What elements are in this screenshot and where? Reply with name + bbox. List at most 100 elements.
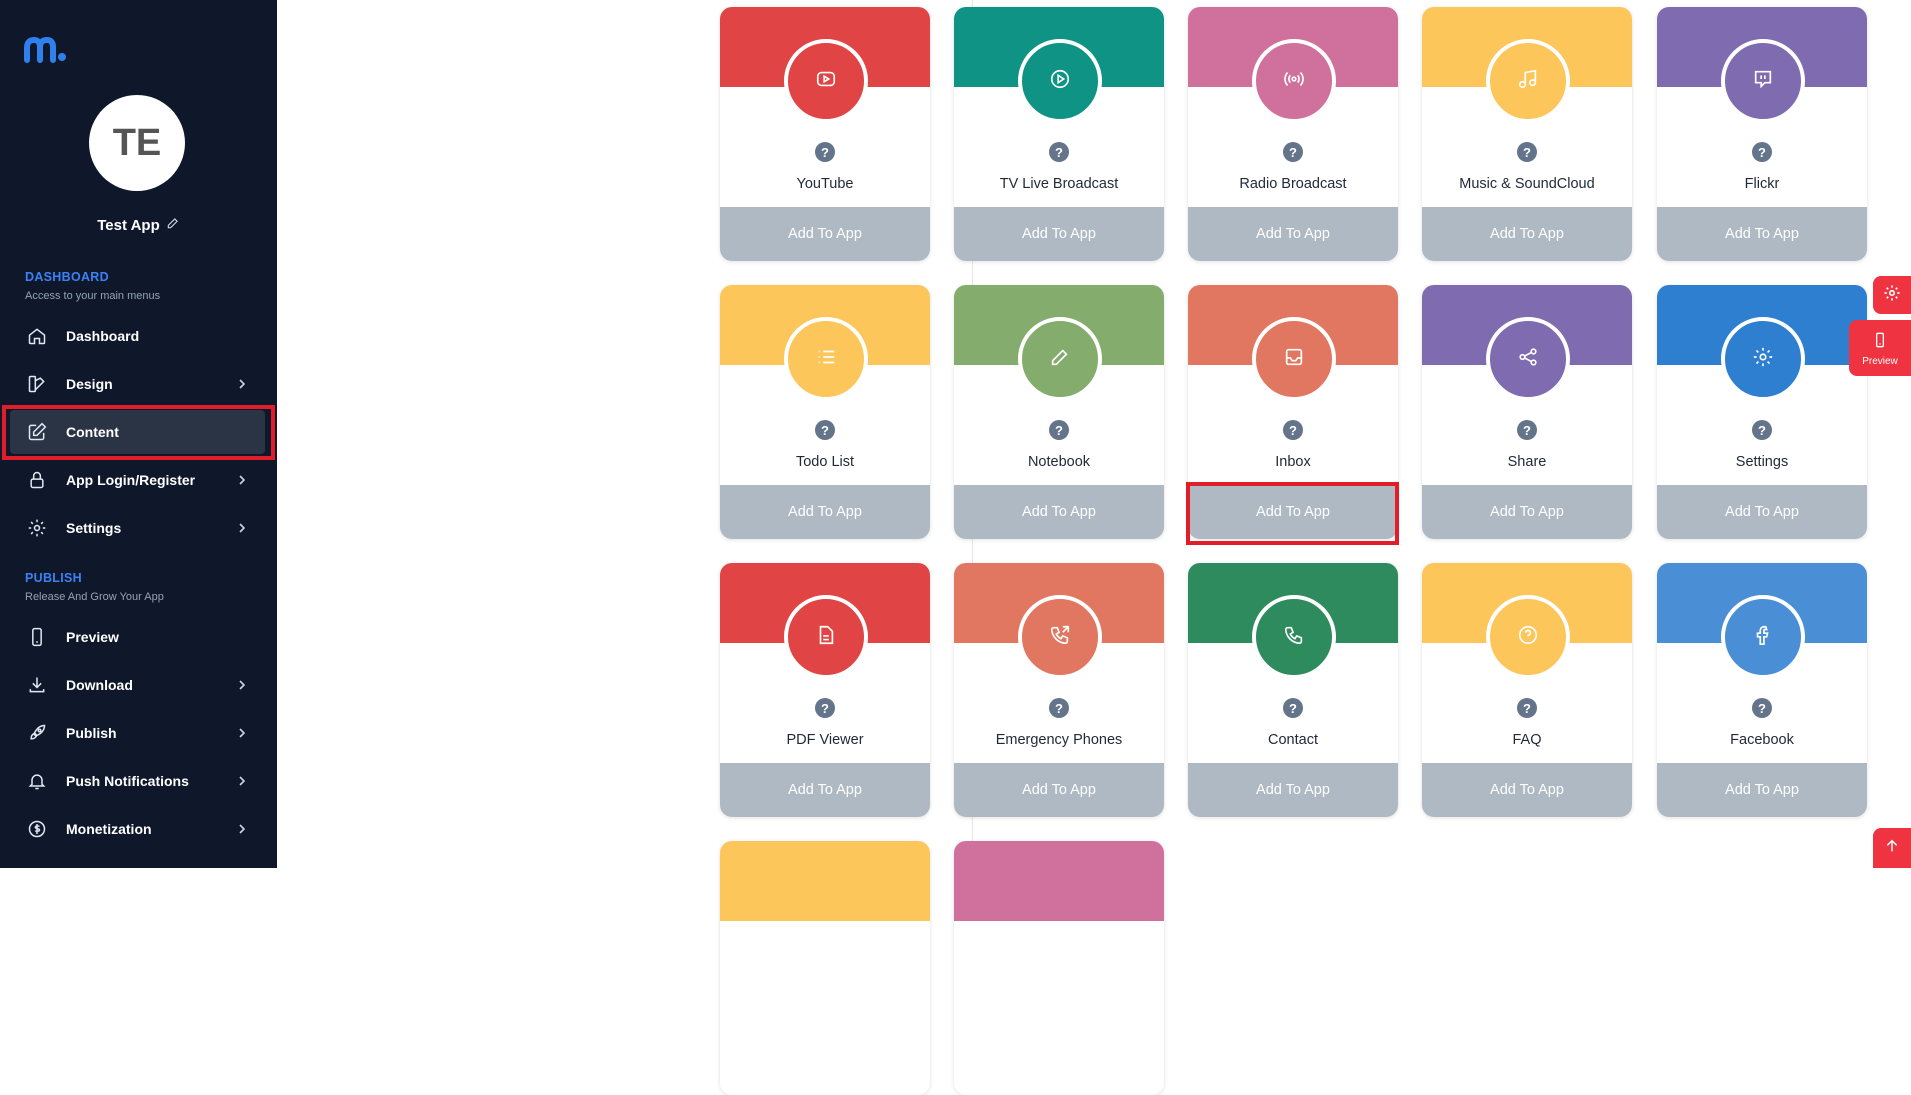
card-title: Music & SoundCloud — [1459, 176, 1595, 192]
add-to-app-button[interactable]: Add To App — [1188, 763, 1398, 817]
app-logo[interactable] — [24, 36, 68, 69]
app-name-label: Test App — [97, 216, 160, 234]
youtube-icon — [815, 68, 837, 95]
facebook-icon — [1752, 624, 1774, 651]
card-title: Share — [1507, 454, 1547, 470]
feature-card-contact: ? Contact Add To App — [1188, 563, 1398, 817]
card-title: Notebook — [1027, 454, 1091, 470]
add-to-app-button[interactable]: Add To App — [954, 763, 1164, 817]
help-icon[interactable]: ? — [1283, 142, 1303, 162]
sidebar-item-push-notifications[interactable]: Push Notifications — [10, 759, 265, 803]
feature-card-notebook: ? Notebook Add To App — [954, 285, 1164, 539]
help-icon[interactable]: ? — [1049, 698, 1069, 718]
add-to-app-button[interactable]: Add To App — [954, 207, 1164, 261]
card-icon-circle — [784, 317, 868, 401]
card-title: Flickr — [1744, 176, 1780, 192]
help-icon[interactable]: ? — [1283, 698, 1303, 718]
feature-card-facebook: ? Facebook Add To App — [1657, 563, 1867, 817]
edit-name-icon[interactable] — [166, 216, 180, 234]
feature-card-partial — [720, 841, 930, 1095]
sidebar-item-design[interactable]: Design — [10, 362, 265, 406]
add-to-app-button[interactable]: Add To App — [1422, 485, 1632, 539]
sidebar-item-settings[interactable]: Settings — [10, 506, 265, 550]
add-to-app-button[interactable]: Add To App — [1657, 485, 1867, 539]
add-to-app-button[interactable]: Add To App — [720, 763, 930, 817]
add-to-app-button[interactable]: Add To App — [1657, 207, 1867, 261]
sidebar: TE Test App DASHBOARD Access to your mai… — [0, 0, 277, 868]
gear-icon — [1883, 284, 1901, 307]
sidebar-item-label: Download — [66, 677, 133, 693]
sidebar-item-label: App Login/Register — [66, 472, 196, 488]
floating-preview-button[interactable]: Preview — [1849, 320, 1911, 376]
arrow-up-icon — [1884, 838, 1900, 859]
sidebar-item-app-login-register[interactable]: App Login/Register — [10, 458, 265, 502]
help-icon[interactable]: ? — [1517, 420, 1537, 440]
help-icon[interactable]: ? — [1049, 142, 1069, 162]
add-to-app-button[interactable]: Add To App — [1657, 763, 1867, 817]
add-to-app-button[interactable]: Add To App — [1422, 763, 1632, 817]
document-icon — [815, 624, 837, 651]
home-icon — [26, 325, 48, 347]
help-icon[interactable]: ? — [1752, 142, 1772, 162]
sidebar-item-label: Push Notifications — [66, 773, 189, 789]
help-icon[interactable]: ? — [815, 698, 835, 718]
help-icon[interactable]: ? — [1049, 420, 1069, 440]
help-icon[interactable]: ? — [1517, 142, 1537, 162]
chevron-right-icon — [237, 774, 247, 790]
card-header-band — [720, 841, 930, 921]
avatar-initials: TE — [112, 121, 162, 164]
chevron-right-icon — [237, 521, 247, 537]
card-title: Settings — [1735, 454, 1789, 470]
card-title: Todo List — [795, 454, 855, 470]
music-icon — [1517, 68, 1539, 95]
radio-icon — [1283, 68, 1305, 95]
card-title: Facebook — [1730, 732, 1794, 748]
sidebar-item-label: Dashboard — [66, 328, 140, 344]
card-title: TV Live Broadcast — [999, 176, 1119, 192]
download-icon — [26, 674, 48, 696]
card-title: Emergency Phones — [995, 732, 1123, 748]
card-title: Inbox — [1275, 454, 1311, 470]
add-to-app-button[interactable]: Add To App — [720, 485, 930, 539]
list-icon — [815, 346, 837, 373]
sidebar-item-monetization[interactable]: Monetization — [10, 807, 265, 851]
inbox-icon — [1283, 346, 1305, 373]
floating-preview-label: Preview — [1862, 355, 1898, 367]
content-highlight-box — [2, 405, 275, 460]
floating-settings-button[interactable] — [1873, 276, 1911, 314]
section-publish-title: PUBLISH — [25, 571, 82, 585]
card-icon-circle — [1018, 595, 1102, 679]
card-icon-circle — [1252, 39, 1336, 123]
help-icon[interactable]: ? — [1283, 420, 1303, 440]
card-icon-circle — [1721, 39, 1805, 123]
sidebar-item-download[interactable]: Download — [10, 663, 265, 707]
help-icon[interactable]: ? — [815, 142, 835, 162]
feature-card-pdf-viewer: ? PDF Viewer Add To App — [720, 563, 930, 817]
avatar[interactable]: TE — [89, 95, 185, 191]
inbox-add-highlight-box — [1186, 482, 1399, 545]
card-icon-circle — [1721, 595, 1805, 679]
card-icon-circle — [1252, 317, 1336, 401]
phone-outgoing-icon — [1049, 624, 1071, 651]
feature-card-share: ? Share Add To App — [1422, 285, 1632, 539]
help-icon[interactable]: ? — [1752, 698, 1772, 718]
add-to-app-button[interactable]: Add To App — [1188, 207, 1398, 261]
add-to-app-button[interactable]: Add To App — [720, 207, 930, 261]
help-icon[interactable]: ? — [815, 420, 835, 440]
sidebar-item-preview[interactable]: Preview — [10, 615, 265, 659]
section-publish-subtitle: Release And Grow Your App — [25, 591, 164, 603]
dollar-icon — [26, 818, 48, 840]
feature-card-partial — [954, 841, 1164, 1095]
help-icon[interactable]: ? — [1517, 698, 1537, 718]
bell-icon — [26, 770, 48, 792]
scroll-to-top-button[interactable] — [1873, 828, 1911, 868]
sidebar-item-publish[interactable]: Publish — [10, 711, 265, 755]
sidebar-item-dashboard[interactable]: Dashboard — [10, 314, 265, 358]
add-to-app-button[interactable]: Add To App — [954, 485, 1164, 539]
help-icon[interactable]: ? — [1752, 420, 1772, 440]
feature-card-flickr: ? Flickr Add To App — [1657, 7, 1867, 261]
sidebar-item-label: Settings — [66, 520, 122, 536]
chevron-right-icon — [237, 377, 247, 393]
card-icon-circle — [1018, 39, 1102, 123]
add-to-app-button[interactable]: Add To App — [1422, 207, 1632, 261]
